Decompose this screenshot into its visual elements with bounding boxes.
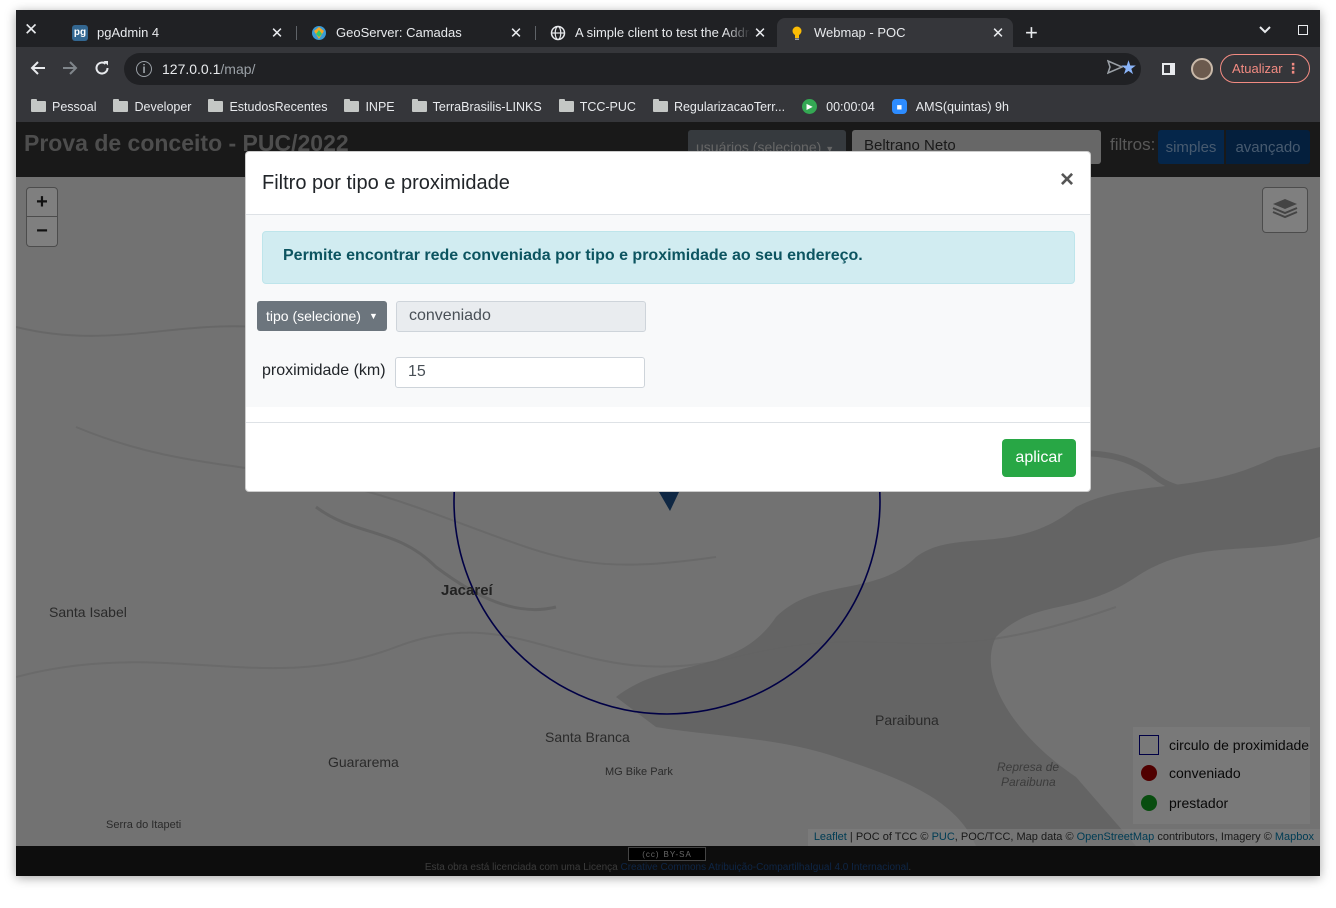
bookmark-regularizacao[interactable]: RegularizacaoTerr... bbox=[652, 99, 786, 114]
side-panel-icon[interactable] bbox=[1162, 63, 1175, 75]
address-bar[interactable]: i 127.0.0.1/map/ bbox=[124, 53, 1141, 85]
bookmark-inpe[interactable]: INPE bbox=[344, 99, 395, 114]
modal-title: Filtro por tipo e proximidade bbox=[262, 172, 510, 194]
tab-webmap[interactable]: Webmap - POC ✕ bbox=[777, 18, 1013, 47]
tab-title: A simple client to test the Addre bbox=[575, 25, 751, 40]
proximity-label: proximidade (km) bbox=[262, 362, 386, 379]
tab-geoserver[interactable]: GeoServer: Camadas ✕ bbox=[299, 18, 531, 47]
tab-close-icon[interactable]: ✕ bbox=[989, 24, 1007, 42]
web-page: Prova de conceito - PUC/2022 usuários (s… bbox=[16, 122, 1320, 876]
bookmark-label: AMS(quintas) 9h bbox=[915, 99, 1009, 114]
tab-title: pgAdmin 4 bbox=[97, 25, 160, 40]
play-icon: ▶ bbox=[802, 99, 818, 114]
folder-icon bbox=[113, 99, 129, 112]
bookmarks-bar: Pessoal Developer EstudosRecentes INPE T… bbox=[16, 91, 1320, 122]
modal-footer: aplicar bbox=[246, 422, 1090, 493]
browser-toolbar: i 127.0.0.1/map/ ★ Atualizar ⋮ bbox=[16, 47, 1320, 91]
tab-strip: ✕ pg pgAdmin 4 ✕ GeoServer: Camadas ✕ A … bbox=[16, 10, 1320, 47]
new-tab-icon[interactable]: + bbox=[1025, 22, 1038, 44]
bookmark-developer[interactable]: Developer bbox=[113, 99, 192, 114]
tab-separator bbox=[535, 26, 536, 40]
url-host: 127.0.0.1 bbox=[162, 61, 221, 77]
bookmark-label: Developer bbox=[134, 99, 192, 114]
forward-icon[interactable] bbox=[61, 59, 79, 81]
lightbulb-icon bbox=[789, 25, 805, 41]
url-path: /map/ bbox=[220, 61, 256, 77]
folder-icon bbox=[344, 99, 360, 112]
geoserver-icon bbox=[311, 25, 327, 41]
proximity-input[interactable]: 15 bbox=[395, 357, 645, 388]
bookmark-label: TerraBrasilis-LINKS bbox=[432, 99, 542, 114]
tab-title: Webmap - POC bbox=[814, 25, 906, 40]
filter-modal: Filtro por tipo e proximidade × Permite … bbox=[245, 151, 1091, 492]
tab-close-icon[interactable]: ✕ bbox=[751, 24, 769, 42]
caret-down-icon: ▼ bbox=[368, 311, 378, 321]
folder-icon bbox=[31, 99, 46, 112]
folder-icon bbox=[652, 99, 668, 112]
tab-close-icon[interactable]: ✕ bbox=[507, 24, 525, 42]
zoom-icon: ■ bbox=[891, 99, 907, 114]
bookmark-ams[interactable]: ■ AMS(quintas) 9h bbox=[891, 99, 1009, 114]
update-button[interactable]: Atualizar ⋮ bbox=[1220, 54, 1310, 83]
bookmark-pessoal[interactable]: Pessoal bbox=[31, 99, 97, 114]
tipo-dropdown[interactable]: tipo (selecione) ▼ bbox=[257, 301, 387, 331]
tab-close-icon[interactable]: ✕ bbox=[268, 24, 286, 42]
bookmark-tcc-puc[interactable]: TCC-PUC bbox=[558, 99, 636, 114]
bookmark-label: RegularizacaoTerr... bbox=[673, 99, 786, 114]
folder-icon bbox=[208, 99, 224, 112]
url-text[interactable]: 127.0.0.1/map/ bbox=[162, 61, 255, 77]
tab-separator bbox=[296, 26, 297, 40]
info-icon[interactable]: i bbox=[136, 61, 152, 77]
bookmark-terrabrasilis[interactable]: TerraBrasilis-LINKS bbox=[411, 99, 542, 114]
close-icon[interactable]: × bbox=[1060, 166, 1074, 194]
folder-icon bbox=[558, 99, 574, 112]
bookmark-timer[interactable]: ▶ 00:00:04 bbox=[802, 99, 875, 114]
apply-button[interactable]: aplicar bbox=[1002, 439, 1076, 477]
avatar[interactable] bbox=[1191, 58, 1213, 80]
modal-header: Filtro por tipo e proximidade × bbox=[246, 152, 1090, 215]
tab-title: GeoServer: Camadas bbox=[336, 25, 462, 40]
update-label: Atualizar bbox=[1232, 61, 1283, 76]
bookmark-label: EstudosRecentes bbox=[229, 99, 328, 114]
bookmark-estudosrecentes[interactable]: EstudosRecentes bbox=[208, 99, 328, 114]
bookmark-label: Pessoal bbox=[52, 99, 97, 114]
bookmark-label: 00:00:04 bbox=[826, 99, 875, 114]
folder-icon bbox=[411, 99, 427, 112]
pgadmin-icon: pg bbox=[72, 24, 88, 41]
globe-icon bbox=[550, 25, 566, 41]
info-alert: Permite encontrar rede conveniada por ti… bbox=[262, 231, 1075, 284]
back-icon[interactable] bbox=[29, 59, 47, 81]
tipo-dropdown-label: tipo (selecione) bbox=[266, 308, 361, 324]
reload-icon[interactable] bbox=[93, 59, 111, 81]
bookmark-star-icon[interactable]: ★ bbox=[1120, 59, 1137, 79]
tipo-field: conveniado bbox=[396, 301, 646, 332]
tab-pgadmin[interactable]: pg pgAdmin 4 ✕ bbox=[60, 18, 292, 47]
bookmark-label: TCC-PUC bbox=[579, 99, 636, 114]
bookmark-label: INPE bbox=[365, 99, 395, 114]
window-maximize-icon[interactable] bbox=[1298, 25, 1308, 35]
modal-body: Permite encontrar rede conveniada por ti… bbox=[246, 215, 1090, 407]
browser-window: ✕ pg pgAdmin 4 ✕ GeoServer: Camadas ✕ A … bbox=[16, 10, 1320, 876]
window-close-icon[interactable]: ✕ bbox=[24, 20, 38, 40]
tab-address-client[interactable]: A simple client to test the Addre ✕ bbox=[538, 18, 775, 47]
menu-dots-icon[interactable]: ⋮ bbox=[1286, 60, 1300, 77]
chevron-down-icon[interactable] bbox=[1258, 22, 1272, 39]
